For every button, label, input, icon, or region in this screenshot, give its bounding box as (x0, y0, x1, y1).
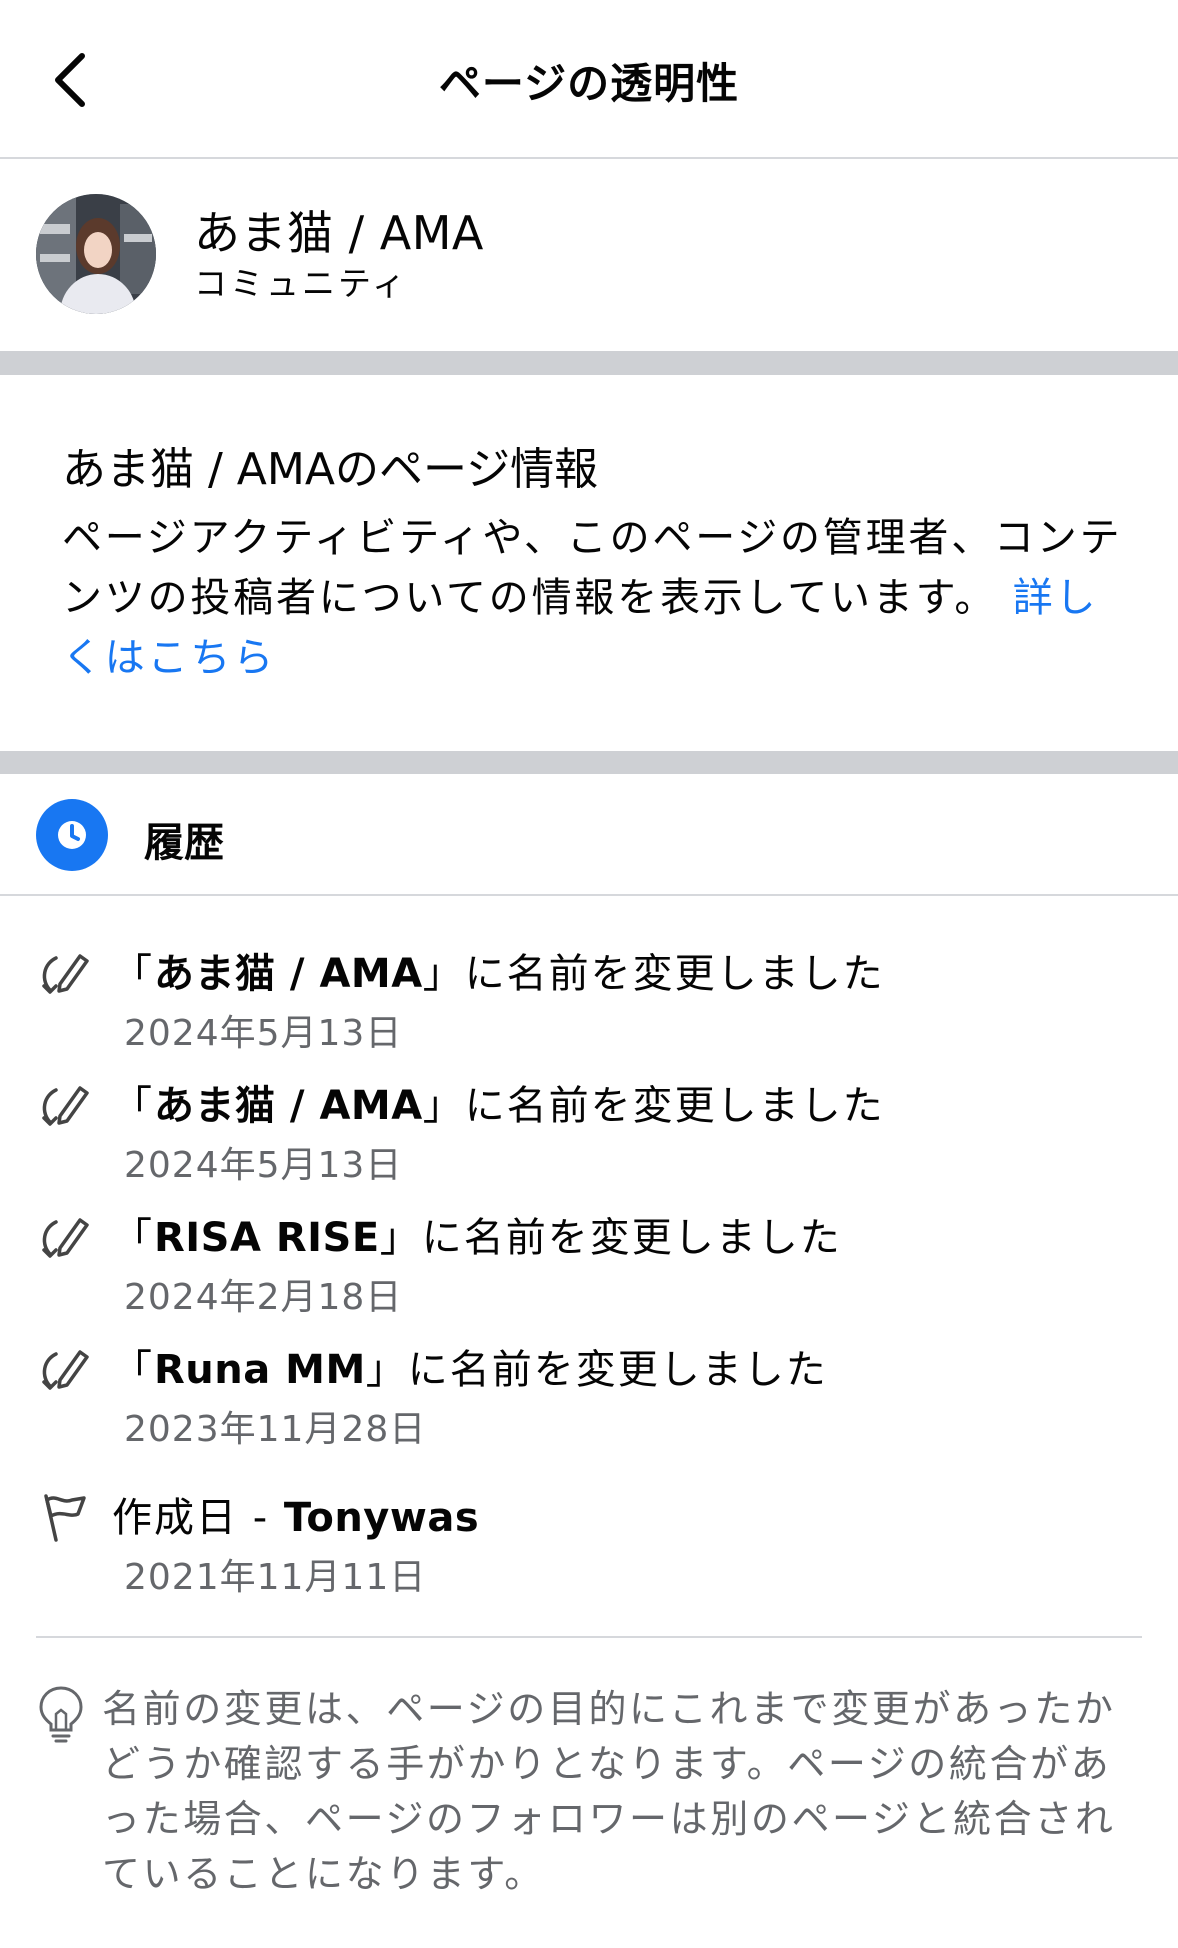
history-entry-text: 「RISA RISE」に名前を変更しました (112, 1215, 842, 1261)
page-info-title: あま猫 / AMAのページ情報 (62, 444, 599, 495)
created-date: 2021年11月11日 (124, 1557, 427, 1598)
history-entry-date: 2024年5月13日 (124, 1145, 403, 1186)
history-entry-date: 2023年11月28日 (124, 1409, 427, 1450)
history-entry-name: RISA RISE (154, 1215, 380, 1261)
page-info-text: ページアクティビティや、このページの管理者、コンテンツの投稿者についての情報を表… (62, 515, 1123, 621)
page-category: コミュニティ (194, 264, 409, 303)
page-title: ページの透明性 (438, 59, 740, 108)
history-entry-date: 2024年5月13日 (124, 1013, 403, 1054)
rename-icon (42, 1350, 89, 1390)
page-info-description: ページアクティビティや、このページの管理者、コンテンツの投稿者についての情報を表… (62, 508, 1132, 688)
rename-icon (42, 1218, 89, 1258)
created-text: 作成日 - Tonywas (112, 1495, 480, 1541)
history-entry-name: あま猫 / AMA (154, 1083, 423, 1129)
history-entry: 「RISA RISE」に名前を変更しました 2024年2月18日 (0, 1210, 1178, 1330)
rename-icon (42, 954, 89, 994)
clock-icon (36, 799, 108, 871)
history-entry-text: 「Runa MM」に名前を変更しました (112, 1347, 828, 1393)
history-entry: 「あま猫 / AMA」に名前を変更しました 2024年5月13日 (0, 946, 1178, 1066)
page-profile[interactable]: あま猫 / AMA コミュニティ (0, 159, 1178, 351)
page-name[interactable]: あま猫 / AMA (194, 197, 484, 263)
section-separator (0, 751, 1178, 774)
avatar[interactable] (36, 194, 156, 314)
history-entry-name: あま猫 / AMA (154, 951, 423, 997)
lightbulb-icon (39, 1686, 83, 1743)
rename-icon (42, 1086, 89, 1126)
history-entry-text: 「あま猫 / AMA」に名前を変更しました (112, 1083, 885, 1129)
history-title: 履歴 (144, 820, 224, 866)
history-header: 履歴 (0, 774, 1178, 896)
creator-name: Tonywas (283, 1495, 480, 1541)
history-entry-text: 「あま猫 / AMA」に名前を変更しました (112, 951, 885, 997)
history-entry: 「あま猫 / AMA」に名前を変更しました 2024年5月13日 (0, 1078, 1178, 1198)
history-entry-name: Runa MM (154, 1347, 366, 1393)
section-separator (0, 351, 1178, 375)
divider (36, 1636, 1142, 1638)
info-note: 名前の変更は、ページの目的にこれまで変更があったかどうか確認する手がかりとなりま… (102, 1687, 1116, 1896)
top-bar: ページの透明性 (0, 0, 1178, 159)
flag-icon (44, 1494, 86, 1542)
history-entry-date: 2024年2月18日 (124, 1277, 403, 1318)
history-created-entry: 作成日 - Tonywas 2021年11月11日 (0, 1490, 1178, 1610)
history-entry: 「Runa MM」に名前を変更しました 2023年11月28日 (0, 1342, 1178, 1462)
